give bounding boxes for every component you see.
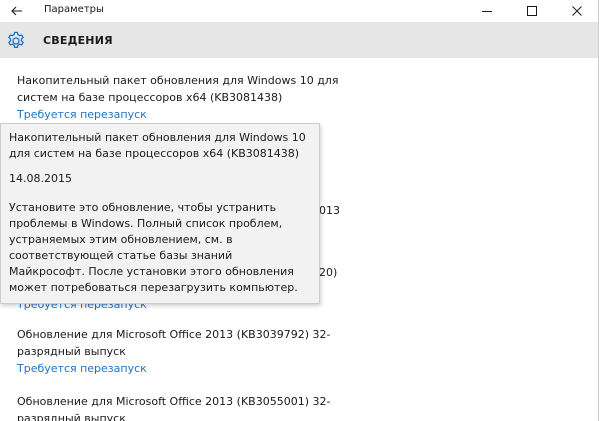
back-arrow-icon [11,6,22,16]
window-title: Параметры [44,4,104,15]
page-header: СВЕДЕНИЯ [0,22,598,58]
restart-required-link[interactable]: Требуется перезапуск [17,106,347,123]
maximize-icon [526,6,537,16]
close-button[interactable] [554,0,598,22]
update-title: Обновление для Microsoft Office 2013 (KB… [17,395,331,421]
list-item[interactable]: Накопительный пакет обновления для Windo… [17,72,347,123]
minimize-button[interactable] [464,0,509,22]
settings-window: Параметры СВЕДЕНИЯ Накопительный пакет о… [0,0,599,421]
update-title-fragment: 20) [319,266,338,279]
update-title: Накопительный пакет обновления для Windo… [17,74,339,104]
tooltip-date: 14.08.2015 [9,172,72,185]
list-item[interactable]: Обновление для Microsoft Office 2013 (KB… [17,393,347,421]
list-item[interactable]: Обновление для Microsoft Office 2013 (KB… [17,326,347,377]
update-title: Обновление для Microsoft Office 2013 (KB… [17,328,331,358]
gear-icon [8,31,24,48]
page-title: СВЕДЕНИЯ [43,34,113,47]
back-button[interactable] [0,0,34,22]
minimize-icon [481,11,492,12]
tooltip-title: Накопительный пакет обновления для Windo… [9,131,306,160]
update-title-fragment: 013 [319,204,340,217]
close-icon [571,6,582,16]
tooltip-description: Установите это обновление, чтобы устрани… [9,201,298,294]
window-controls [464,0,598,22]
restart-required-link[interactable]: Требуется перезапуск [17,360,347,377]
title-bar: Параметры [0,0,598,22]
update-details-tooltip: Накопительный пакет обновления для Windo… [0,123,320,304]
maximize-button[interactable] [509,0,554,22]
